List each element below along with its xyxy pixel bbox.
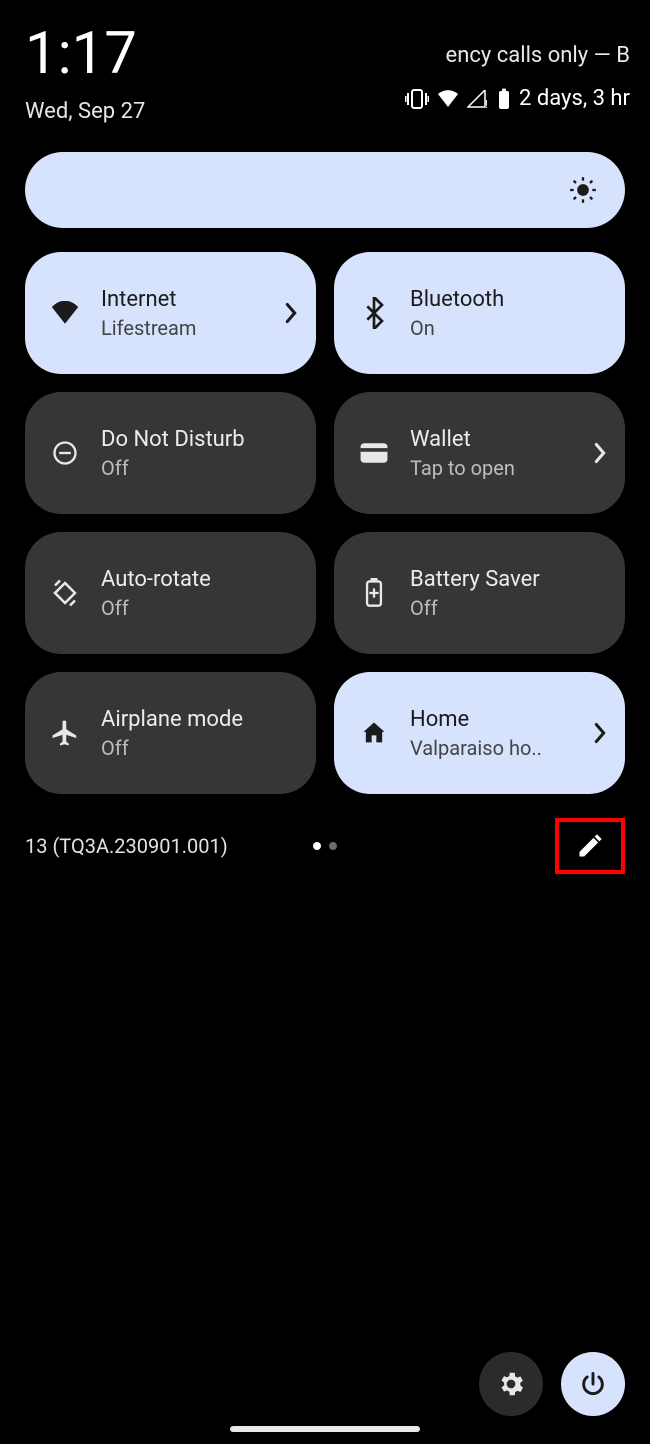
- settings-button[interactable]: [479, 1352, 543, 1416]
- home-icon: [356, 719, 392, 747]
- internet-icon: [47, 301, 83, 325]
- tile-title: Do Not Disturb: [101, 427, 245, 452]
- tile-subtitle: On: [410, 316, 504, 340]
- svg-text:!: !: [485, 98, 488, 108]
- tile-subtitle: Off: [101, 736, 243, 760]
- build-number: 13 (TQ3A.230901.001): [25, 834, 228, 858]
- tile-battery-saver[interactable]: Battery Saver Off: [334, 532, 625, 654]
- edit-tiles-button[interactable]: [555, 818, 625, 874]
- page-indicator: [313, 842, 337, 850]
- tile-title: Battery Saver: [410, 567, 540, 592]
- battery-saver-icon: [356, 578, 392, 608]
- tile-subtitle: Tap to open: [410, 456, 515, 480]
- signal-icon: !: [467, 90, 489, 108]
- power-icon: [579, 1370, 607, 1398]
- tile-subtitle: Off: [101, 456, 245, 480]
- tile-title: Airplane mode: [101, 707, 243, 732]
- autorotate-icon: [47, 578, 83, 608]
- tile-dnd[interactable]: Do Not Disturb Off: [25, 392, 316, 514]
- battery-text: 2 days, 3 hr: [519, 86, 630, 111]
- chevron-right-icon: [593, 442, 607, 464]
- brightness-slider[interactable]: [25, 152, 625, 228]
- power-button[interactable]: [561, 1352, 625, 1416]
- clock: 1:17: [25, 25, 145, 83]
- wallet-icon: [356, 442, 392, 464]
- tile-airplane[interactable]: Airplane mode Off: [25, 672, 316, 794]
- tile-wallet[interactable]: Wallet Tap to open: [334, 392, 625, 514]
- gear-icon: [496, 1369, 526, 1399]
- tile-title: Home: [410, 707, 542, 732]
- bluetooth-icon: [356, 297, 392, 329]
- battery-icon: [497, 88, 511, 110]
- dnd-icon: [47, 439, 83, 467]
- tile-subtitle: Off: [101, 596, 211, 620]
- wifi-icon: [437, 90, 459, 108]
- chevron-right-icon: [284, 302, 298, 324]
- status-indicators: ! 2 days, 3 hr: [405, 86, 630, 111]
- brightness-icon: [569, 176, 597, 204]
- tile-bluetooth[interactable]: Bluetooth On: [334, 252, 625, 374]
- tile-subtitle: Lifestream: [101, 316, 196, 340]
- nav-handle[interactable]: [230, 1426, 420, 1432]
- tile-title: Bluetooth: [410, 287, 504, 312]
- tile-internet[interactable]: Internet Lifestream: [25, 252, 316, 374]
- airplane-icon: [47, 718, 83, 748]
- tile-title: Internet: [101, 287, 196, 312]
- chevron-right-icon: [593, 722, 607, 744]
- tile-title: Auto-rotate: [101, 567, 211, 592]
- pencil-icon: [576, 832, 604, 860]
- date: Wed, Sep 27: [25, 99, 145, 124]
- tile-title: Wallet: [410, 427, 515, 452]
- tile-subtitle: Off: [410, 596, 540, 620]
- carrier-text: ency calls only — B: [446, 43, 630, 68]
- tile-autorotate[interactable]: Auto-rotate Off: [25, 532, 316, 654]
- vibrate-icon: [405, 88, 429, 110]
- tile-subtitle: Valparaiso ho..: [410, 736, 542, 760]
- tile-home[interactable]: Home Valparaiso ho..: [334, 672, 625, 794]
